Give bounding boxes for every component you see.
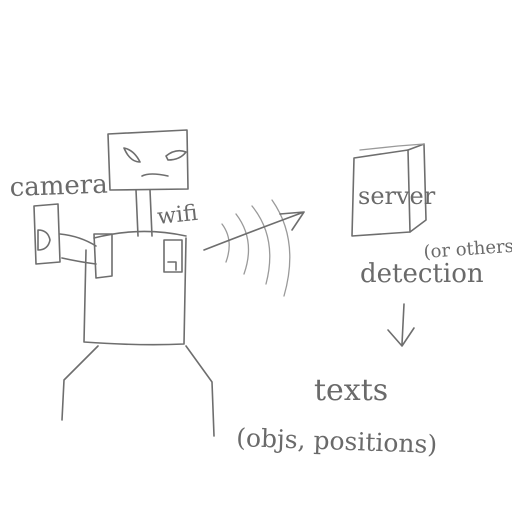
robot-right-leg [185, 345, 215, 437]
robot-left-shoulder-joint [93, 233, 113, 279]
robot-right-shoulder-joint [163, 239, 183, 273]
wifi-arc-3 [251, 205, 271, 285]
texts-label: texts [314, 373, 388, 408]
robot-torso [83, 237, 187, 346]
robot-neck [135, 189, 153, 237]
robot-left-leg [61, 345, 99, 421]
robot-left-eye [123, 147, 141, 163]
camera-lens-icon [37, 229, 51, 251]
wifi-signal [203, 199, 305, 297]
server-label: server [358, 182, 436, 210]
sketch-drawing: camera wifi server detection (or others)… [9, 129, 512, 459]
or-others-label: (or others) [423, 235, 512, 263]
wifi-arc-2 [235, 213, 250, 275]
robot-head [107, 129, 189, 191]
wifi-label: wifi [156, 201, 199, 230]
down-arrow [387, 303, 415, 347]
sketch-canvas: camera wifi server detection (or others)… [0, 0, 512, 512]
robot-left-arm [59, 233, 97, 265]
detection-label: detection [360, 259, 484, 289]
robot-right-eye [165, 149, 187, 161]
robot-mouth [141, 173, 169, 177]
objs-positions-label: (objs, positions) [236, 423, 438, 459]
camera-label: camera [9, 170, 108, 203]
